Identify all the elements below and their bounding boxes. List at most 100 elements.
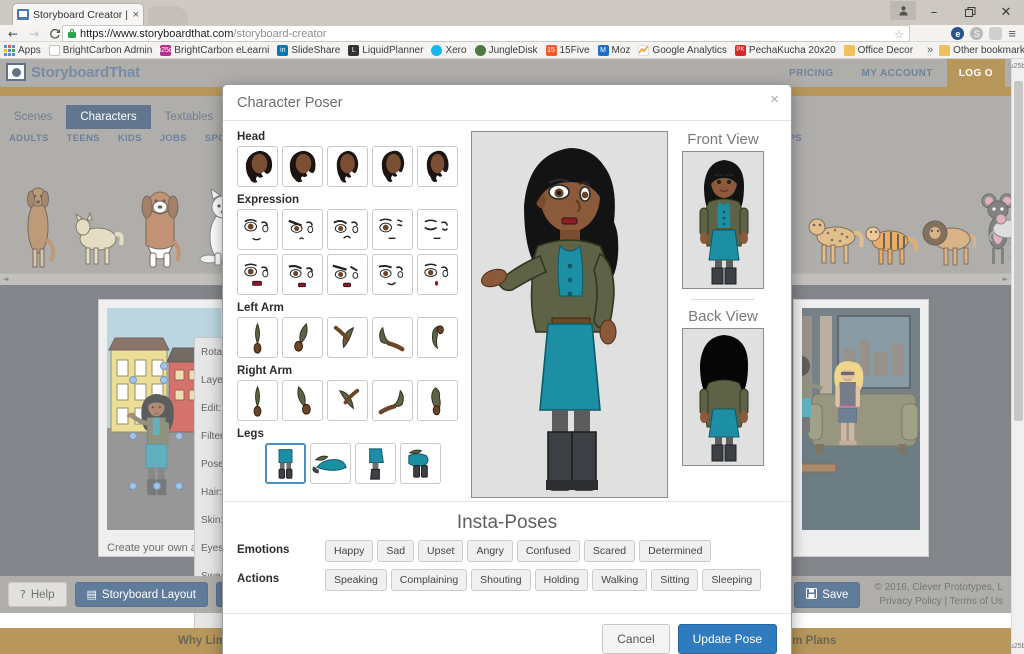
action-chips: Speaking Complaining Shouting Holding Wa… (325, 569, 762, 591)
emotion-confused[interactable]: Confused (516, 540, 580, 562)
browser-tab[interactable]: Storyboard Creator | Com × (12, 3, 144, 25)
page-scrollbar[interactable]: \u25b2 \u25bc (1008, 59, 1024, 654)
bookmark-xero[interactable]: Xero (431, 44, 467, 56)
section-label-head: Head (237, 131, 266, 143)
emotion-happy[interactable]: Happy (325, 540, 374, 562)
action-speaking[interactable]: Speaking (325, 569, 387, 591)
update-pose-button[interactable]: Update Pose (677, 623, 777, 654)
head-thumb[interactable] (372, 146, 413, 187)
expression-thumb[interactable] (327, 209, 368, 250)
bookmark-label: PechaKucha 20x20 (748, 44, 836, 56)
expression-thumb[interactable] (372, 209, 413, 250)
close-icon[interactable]: × (770, 92, 779, 107)
left-arm-thumb[interactable] (282, 317, 323, 358)
action-shouting[interactable]: Shouting (471, 569, 531, 591)
head-thumb[interactable] (417, 146, 458, 187)
preview-column (471, 131, 668, 498)
cancel-button[interactable]: Cancel (602, 623, 670, 654)
extension-evernote-icon[interactable]: e (951, 27, 965, 40)
bookmark-apps[interactable]: Apps (4, 44, 41, 56)
left-arm-thumb[interactable] (327, 317, 368, 358)
expression-thumb[interactable] (282, 209, 323, 250)
emotions-row: Emotions Happy Sad Upset Angry Confused … (237, 540, 777, 562)
diamond-icon: \u25c6 (155, 44, 177, 56)
actions-label: Actions (237, 573, 280, 585)
right-arm-thumb[interactable] (372, 380, 413, 421)
address-bar[interactable]: https://www.storyboardthat.com/storyboar… (62, 25, 910, 42)
bookmark-slideshare[interactable]: in SlideShare (277, 44, 340, 56)
action-sitting[interactable]: Sitting (651, 569, 699, 591)
bookmark-label: LiquidPlanner (362, 44, 424, 56)
scroll-down-icon[interactable]: \u25bc (1008, 639, 1024, 654)
head-thumb[interactable] (327, 146, 368, 187)
right-arm-thumb[interactable] (282, 380, 323, 421)
bookmark-label: Apps (18, 44, 41, 56)
dialog-body: Head Expression Left Arm Right Arm Legs … (223, 121, 791, 627)
emotion-angry[interactable]: Angry (467, 540, 513, 562)
new-tab-button[interactable] (148, 6, 188, 25)
15five-icon: 15 (545, 44, 557, 56)
head-thumb[interactable] (282, 146, 323, 187)
front-view-thumbnail (682, 151, 764, 289)
bookmark-label: BrightCarbon Admin (62, 44, 153, 56)
bookmark-office-decor[interactable]: Office Decor (843, 44, 914, 56)
emotion-sad[interactable]: Sad (377, 540, 415, 562)
scrollbar-thumb[interactable] (1014, 81, 1023, 421)
bookmark-moz[interactable]: M Moz (597, 44, 630, 56)
bookmarks-overflow-icon[interactable]: » (927, 44, 933, 56)
legs-thumb[interactable] (310, 443, 351, 484)
bookmark-jungledisk[interactable]: JungleDisk (474, 44, 538, 56)
bookmark-brightcarbon-elearning[interactable]: \u25c6 BrightCarbon eLearni (155, 44, 269, 56)
emotion-scared[interactable]: Scared (583, 540, 636, 562)
action-holding[interactable]: Holding (534, 569, 589, 591)
maximize-button[interactable] (952, 0, 988, 25)
emotions-label: Emotions (237, 544, 290, 556)
forward-icon[interactable]: → (25, 26, 43, 42)
back-view-label: Back View (688, 308, 758, 325)
left-arm-thumb[interactable] (417, 317, 458, 358)
character-preview[interactable] (471, 131, 668, 498)
bookmark-label: Office Decor (857, 44, 914, 56)
legs-thumb[interactable] (400, 443, 441, 484)
action-walking[interactable]: Walking (592, 569, 648, 591)
expression-thumb[interactable] (372, 254, 413, 295)
expression-thumb[interactable] (237, 209, 278, 250)
legs-thumb[interactable] (265, 443, 306, 484)
expression-thumb[interactable] (282, 254, 323, 295)
bookmark-liquidplanner[interactable]: L LiquidPlanner (348, 44, 424, 56)
legs-thumb[interactable] (355, 443, 396, 484)
expression-thumb[interactable] (417, 254, 458, 295)
bookmark-brightcarbon-admin[interactable]: BrightCarbon Admin (48, 44, 153, 56)
extension-shield-icon[interactable] (989, 27, 1003, 40)
browser-menu-icon[interactable]: ≡ (1008, 27, 1016, 40)
left-arm-thumb[interactable] (372, 317, 413, 358)
left-arm-thumb[interactable] (237, 317, 278, 358)
expression-thumb[interactable] (327, 254, 368, 295)
right-arm-thumb[interactable] (417, 380, 458, 421)
bookmark-pechakucha[interactable]: PK PechaKucha 20x20 (734, 44, 836, 56)
emotion-upset[interactable]: Upset (418, 540, 464, 562)
right-arm-thumb[interactable] (237, 380, 278, 421)
emotion-determined[interactable]: Determined (639, 540, 712, 562)
minimize-button[interactable]: – (916, 0, 952, 25)
close-window-button[interactable]: ✕ (988, 0, 1024, 25)
action-complaining[interactable]: Complaining (390, 569, 468, 591)
back-icon[interactable]: ← (4, 26, 22, 42)
right-arm-thumb[interactable] (327, 380, 368, 421)
parts-column: Head Expression Left Arm Right Arm Legs (237, 131, 462, 498)
head-thumb[interactable] (237, 146, 278, 187)
tab-favicon-icon (17, 9, 29, 20)
bookmark-label: Xero (445, 44, 467, 56)
expression-thumb[interactable] (237, 254, 278, 295)
bookmark-15five[interactable]: 15 15Five (545, 44, 590, 56)
profile-icon[interactable] (890, 1, 916, 20)
expression-thumb[interactable] (417, 209, 458, 250)
tab-close-icon[interactable]: × (131, 9, 139, 21)
scroll-up-icon[interactable]: \u25b2 (1008, 59, 1024, 74)
extension-skype-icon[interactable]: S (970, 27, 984, 40)
other-bookmarks[interactable]: Other bookmarks (939, 44, 1024, 56)
action-sleeping[interactable]: Sleeping (702, 569, 762, 591)
bookmark-google-analytics[interactable]: Google Analytics (638, 44, 727, 56)
bookmark-star-icon[interactable]: ☆ (894, 28, 904, 41)
bookmark-label: JungleDisk (488, 44, 538, 56)
